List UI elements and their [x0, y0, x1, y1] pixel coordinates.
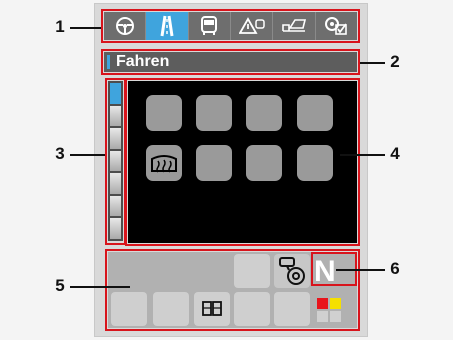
highlight-box-2	[101, 49, 360, 75]
callout-number-2: 2	[390, 52, 400, 71]
highlight-box-4	[125, 78, 360, 246]
callout-number-1: 1	[55, 17, 65, 36]
callout-number-4: 4	[390, 144, 400, 163]
highlight-box-1	[101, 9, 360, 43]
callout-line-2	[360, 62, 385, 64]
highlight-box-3	[105, 78, 126, 245]
callout-line-6	[336, 269, 385, 271]
callout-line-4	[340, 154, 385, 156]
callout-line-5	[70, 286, 130, 288]
callout-number-6: 6	[390, 259, 400, 278]
callout-line-3	[70, 154, 105, 156]
callout-line-1	[70, 27, 101, 29]
callout-number-3: 3	[55, 144, 65, 163]
callout-number-5: 5	[55, 276, 65, 295]
